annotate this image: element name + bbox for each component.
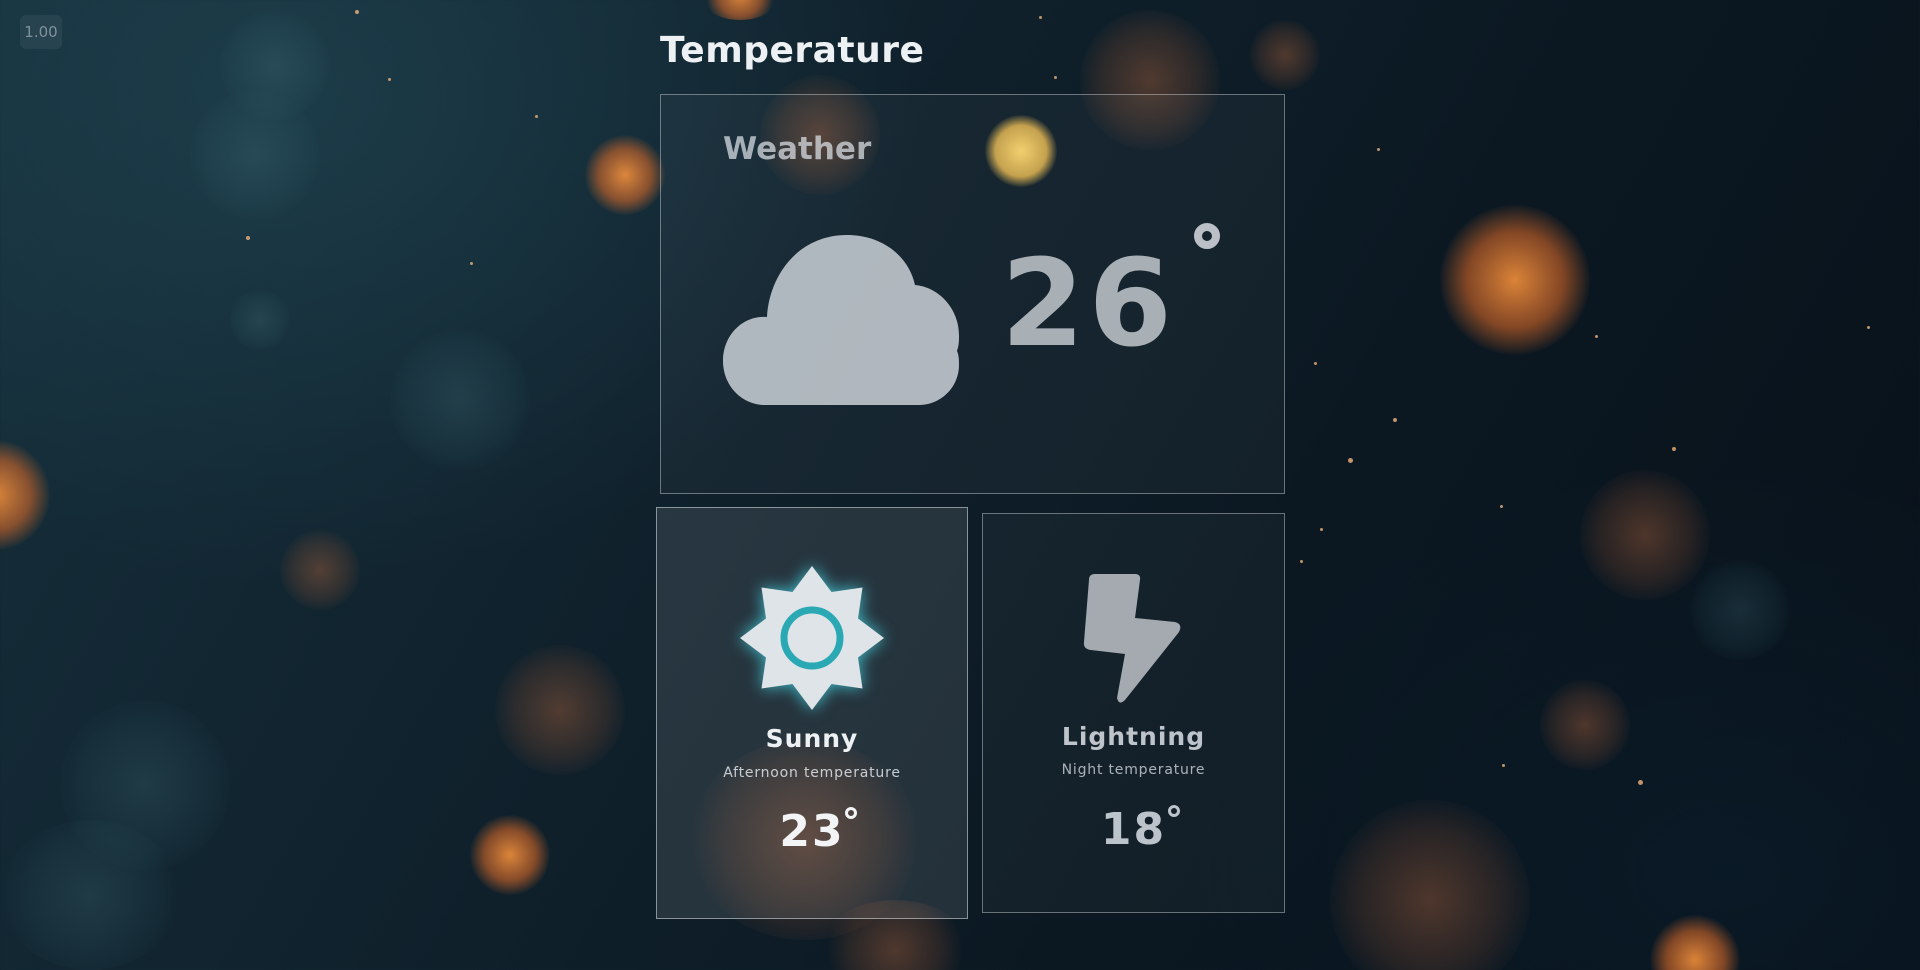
forecast-temperature: 23 [779,806,845,857]
degree-symbol [1194,223,1220,249]
forecast-description: Afternoon temperature [723,765,901,781]
degree-symbol [845,807,857,819]
current-weather-card: Weather 26 [660,94,1285,494]
forecast-card-lightning[interactable]: Lightning Night temperature 18 [982,513,1285,913]
forecast-title: Sunny [765,724,859,753]
lightning-icon [1083,574,1180,703]
forecast-card-sunny[interactable]: Sunny Afternoon temperature 23 [656,507,968,919]
degree-symbol [1168,805,1180,817]
current-temperature: 26 [1001,235,1176,374]
forecast-description: Night temperature [1061,762,1206,778]
cloud-icon [723,235,959,405]
forecast-temperature: 18 [1100,804,1167,855]
forecast-title: Lightning [1061,722,1206,751]
sun-icon [740,566,884,710]
page-title: Temperature [660,30,925,71]
weather-card-label: Weather [723,131,872,167]
zoom-level-badge: 1.00 [20,15,62,49]
